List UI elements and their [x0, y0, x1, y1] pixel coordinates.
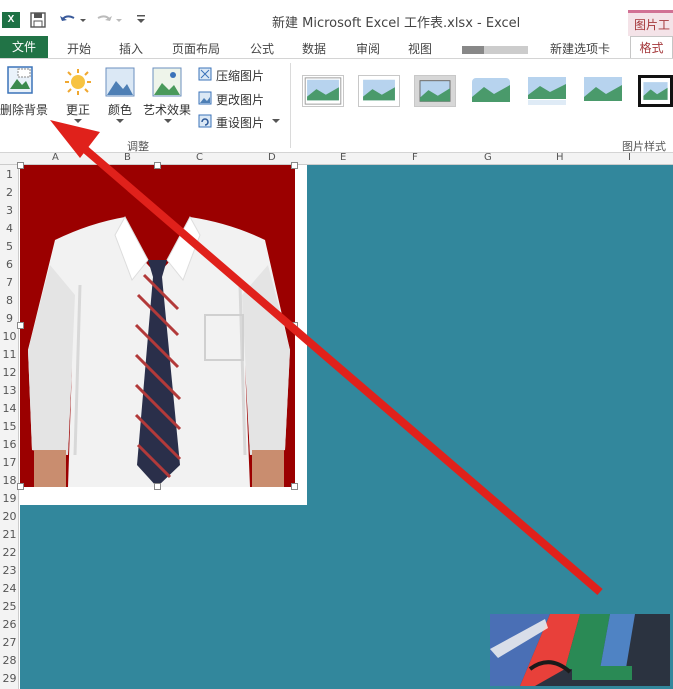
watermark-logo-icon [490, 614, 670, 686]
red-arrow-annotation-icon [50, 120, 603, 596]
watermark-logo [490, 614, 670, 686]
